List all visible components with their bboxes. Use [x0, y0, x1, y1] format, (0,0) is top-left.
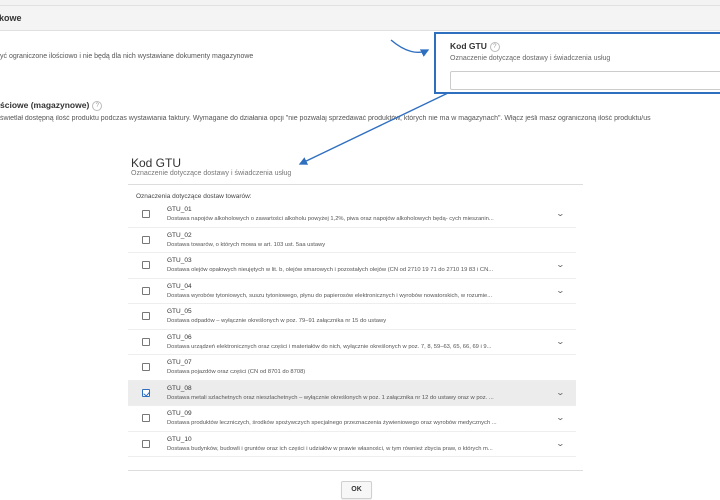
- gtu-checkbox[interactable]: [142, 210, 150, 218]
- gtu-code: GTU_09: [167, 410, 192, 417]
- gtu-code: GTU_02: [167, 231, 192, 239]
- gtu-description: Dostawa budynków, budowli i gruntów oraz…: [167, 445, 493, 452]
- gtu-description: Dostawa produktów leczniczych, środków s…: [167, 420, 497, 426]
- chevron-down-icon[interactable]: ⌄: [556, 413, 565, 422]
- pointer-arrow: [298, 92, 449, 165]
- gtu-checkbox[interactable]: [142, 286, 150, 295]
- goods-section-label: Oznaczenia dotyczące dostaw towarów:: [136, 193, 252, 200]
- chevron-down-icon[interactable]: ⌄: [556, 439, 565, 448]
- gtu-code: GTU_08: [167, 384, 192, 392]
- gtu-checkbox[interactable]: [142, 414, 150, 422]
- gtu-option-row[interactable]: GTU_09 Dostawa produktów leczniczych, śr…: [128, 406, 576, 432]
- stock-subtitle: ściowe (magazynowe)?: [0, 100, 103, 111]
- gtu-description: Dostawa towarów, o których mowa w art. 1…: [167, 241, 326, 248]
- stock-subtitle-text: ściowe (magazynowe): [0, 100, 90, 110]
- gtu-description: Dostawa pojazdów oraz części (CN od 8701…: [167, 369, 306, 375]
- gtu-option-row-selected[interactable]: GTU_08 Dostawa metali szlachetnych oraz …: [128, 380, 576, 406]
- curved-arrow-icon: [390, 39, 430, 57]
- gtu-field-title: Kod GTU?: [450, 41, 500, 52]
- gtu-description: Dostawa napojów alkoholowych o zawartośc…: [167, 216, 494, 222]
- gtu-option-list: GTU_01 Dostawa napojów alkoholowych o za…: [128, 202, 576, 457]
- gtu-field-subtitle: Oznaczenie dotyczące dostawy i świadczen…: [450, 55, 611, 62]
- gtu-option-row[interactable]: GTU_06 Dostawa urządzeń elektronicznych …: [128, 330, 576, 355]
- gtu-checkbox[interactable]: [142, 312, 150, 320]
- gtu-checkbox[interactable]: [142, 337, 150, 346]
- gtu-description: Dostawa olejów opałowych nieujętych w li…: [167, 267, 494, 273]
- gtu-code: GTU_10: [167, 435, 192, 443]
- gtu-option-row[interactable]: GTU_10 Dostawa budynków, budowli i grunt…: [128, 432, 576, 457]
- gtu-description: Dostawa odpadów – wyłącznie określonych …: [167, 318, 387, 324]
- gtu-option-row[interactable]: GTU_07 Dostawa pojazdów oraz części (CN …: [128, 355, 576, 381]
- gtu-field-highlight: Kod GTU? Oznaczenie dotyczące dostawy i …: [434, 32, 720, 94]
- modal-subtitle: Oznaczenie dotyczące dostawy i świadczen…: [131, 170, 292, 177]
- chevron-down-icon[interactable]: ⌄: [556, 260, 565, 269]
- gtu-checkbox[interactable]: [142, 439, 150, 448]
- gtu-checkbox[interactable]: [142, 363, 150, 371]
- chevron-down-icon[interactable]: ⌄: [556, 337, 565, 346]
- gtu-option-row[interactable]: GTU_01 Dostawa napojów alkoholowych o za…: [128, 202, 576, 228]
- question-circle-icon[interactable]: ?: [92, 100, 103, 111]
- gtu-checkbox-checked[interactable]: [142, 388, 150, 397]
- section-header-title: kowe: [0, 13, 22, 23]
- chevron-down-icon[interactable]: ⌄: [556, 209, 565, 218]
- gtu-description: Dostawa urządzeń elektronicznych oraz cz…: [167, 343, 492, 350]
- gtu-option-row[interactable]: GTU_05 Dostawa odpadów – wyłącznie okreś…: [128, 304, 576, 330]
- chevron-down-icon[interactable]: ⌄: [556, 286, 565, 295]
- gtu-code: GTU_04: [167, 282, 192, 290]
- gtu-field-title-text: Kod GTU: [450, 41, 487, 51]
- section-header: kowe: [0, 6, 720, 31]
- gtu-code: GTU_01: [167, 206, 192, 213]
- gtu-description: Dostawa wyrobów tytoniowych, suszu tyton…: [167, 292, 493, 299]
- stock-description: yć ograniczone ilościowo i nie będą dla …: [0, 53, 254, 60]
- stock-help-text: świetlał dostępną ilość produktu podczas…: [0, 115, 651, 122]
- gtu-code: GTU_03: [167, 257, 192, 264]
- divider: [128, 184, 583, 185]
- gtu-option-row[interactable]: GTU_04 Dostawa wyrobów tytoniowych, susz…: [128, 279, 576, 304]
- gtu-code: GTU_07: [167, 359, 192, 366]
- chevron-down-icon[interactable]: ⌄: [556, 388, 565, 397]
- gtu-checkbox[interactable]: [142, 261, 150, 269]
- gtu-checkbox[interactable]: [142, 235, 150, 244]
- question-circle-icon[interactable]: ?: [489, 41, 500, 52]
- gtu-code: GTU_05: [167, 308, 192, 315]
- gtu-code: GTU_06: [167, 333, 192, 341]
- gtu-option-row[interactable]: GTU_03 Dostawa olejów opałowych nieujęty…: [128, 253, 576, 279]
- gtu-description: Dostawa metali szlachetnych oraz nieszla…: [167, 394, 494, 401]
- ok-button[interactable]: OK: [341, 481, 372, 499]
- modal-title: Kod GTU: [131, 156, 182, 170]
- divider: [128, 470, 583, 471]
- gtu-option-row[interactable]: GTU_02 Dostawa towarów, o których mowa w…: [128, 228, 576, 253]
- gtu-select-input[interactable]: [450, 71, 720, 90]
